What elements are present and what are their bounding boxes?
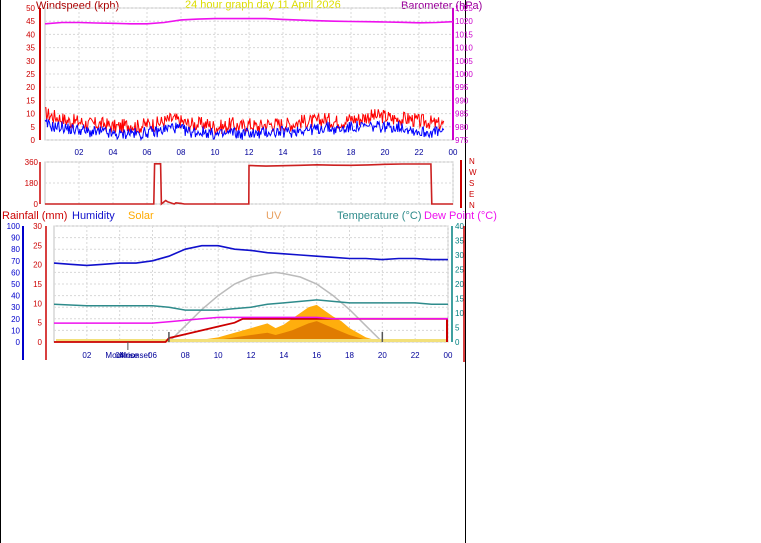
windspeed-y-tick-label: 45 — [26, 17, 35, 26]
rain-y-tick-label: 30 — [33, 222, 42, 231]
percent-y-tick-label: 100 — [7, 222, 21, 231]
compass-label: N — [469, 157, 475, 166]
windspeed-y-tick-label: 5 — [31, 123, 36, 132]
moonset-label: Moonset — [120, 351, 151, 360]
percent-y-tick-label: 90 — [11, 234, 20, 243]
percent-y-tick-label: 20 — [11, 315, 20, 324]
rain-y-tick-label: 0 — [38, 338, 43, 347]
weather-graph: Windspeed (kph) 24 hour graph day 11 Apr… — [0, 0, 497, 543]
compass-label: E — [469, 190, 474, 199]
uv-legend-label: UV — [266, 210, 282, 222]
compass-label: W — [469, 168, 477, 177]
multi-x-tick-label: 22 — [411, 351, 420, 360]
percent-y-tick-label: 70 — [11, 257, 20, 266]
compass-label: S — [469, 179, 474, 188]
barometer-y-tick-label: 1020 — [455, 17, 473, 26]
rain-y-tick-label: 15 — [33, 280, 42, 289]
barometer-y-tick-label: 1005 — [455, 57, 473, 66]
direction-y-tick-label: 180 — [25, 179, 39, 188]
wind-x-tick-label: 10 — [211, 148, 220, 157]
multi-x-tick-label: 14 — [279, 351, 288, 360]
rain-y-tick-label: 10 — [33, 299, 42, 308]
wind-x-tick-label: 14 — [279, 148, 288, 157]
wind-x-tick-label: 06 — [143, 148, 152, 157]
windspeed-y-tick-label: 10 — [26, 110, 35, 119]
dewpoint-legend-label: Dew Point (°C) — [424, 210, 497, 222]
barometer-y-tick-label: 980 — [455, 123, 469, 132]
percent-y-tick-label: 40 — [11, 292, 20, 301]
multi-x-tick-label: 10 — [214, 351, 223, 360]
wind-x-tick-label: 18 — [347, 148, 356, 157]
wind-x-tick-label: 02 — [75, 148, 84, 157]
windspeed-y-tick-label: 20 — [26, 83, 35, 92]
percent-y-tick-label: 0 — [16, 338, 21, 347]
direction-y-tick-label: 360 — [25, 158, 39, 167]
windspeed-y-tick-label: 30 — [26, 57, 35, 66]
windspeed-y-tick-label: 50 — [26, 4, 35, 13]
temperature-y-tick-label: 30 — [455, 251, 464, 260]
multi-x-tick-label: 02 — [82, 351, 91, 360]
windspeed-y-tick-label: 35 — [26, 44, 35, 53]
wind-baro-panel: Windspeed (kph) 24 hour graph day 11 Apr… — [26, 0, 482, 157]
barometer-y-tick-label: 1010 — [455, 44, 473, 53]
multi-x-tick-label: 20 — [378, 351, 387, 360]
windspeed-y-tick-label: 25 — [26, 70, 35, 79]
percent-y-tick-label: 50 — [11, 280, 20, 289]
temperature-y-tick-label: 15 — [455, 295, 464, 304]
multi-x-tick-label: 16 — [312, 351, 321, 360]
barometer-y-tick-label: 985 — [455, 110, 469, 119]
temperature-y-tick-label: 10 — [455, 309, 464, 318]
percent-y-tick-label: 30 — [11, 303, 20, 312]
multi-x-tick-label: 12 — [247, 351, 256, 360]
rain-y-tick-label: 25 — [33, 241, 42, 250]
direction-y-tick-label: 0 — [34, 200, 39, 209]
temperature-y-tick-label: 20 — [455, 280, 464, 289]
wind-direction-panel: 0180360 NWSEN — [25, 157, 477, 210]
wind-x-tick-label: 00 — [449, 148, 458, 157]
humidity-legend-label: Humidity — [72, 210, 115, 222]
windspeed-y-tick-label: 15 — [26, 96, 35, 105]
wind-x-tick-label: 12 — [245, 148, 254, 157]
wind-x-tick-label: 22 — [415, 148, 424, 157]
wind-x-tick-label: 08 — [177, 148, 186, 157]
percent-y-tick-label: 80 — [11, 245, 20, 254]
rain-y-tick-label: 5 — [38, 319, 43, 328]
percent-y-tick-label: 60 — [11, 268, 20, 277]
percent-y-tick-label: 10 — [11, 326, 20, 335]
windspeed-y-tick-label: 0 — [31, 136, 36, 145]
windspeed-y-tick-label: 40 — [26, 30, 35, 39]
rainfall-legend-label: Rainfall (mm) — [2, 210, 67, 222]
barometer-y-tick-label: 1000 — [455, 70, 473, 79]
temperature-y-tick-label: 0 — [455, 338, 460, 347]
wind-x-tick-label: 16 — [313, 148, 322, 157]
barometer-y-tick-label: 1025 — [455, 4, 473, 13]
multi-x-tick-label: 00 — [444, 351, 453, 360]
temperature-y-tick-label: 25 — [455, 266, 464, 275]
multi-sensor-panel: Rainfall (mm) Humidity Solar UV Temperat… — [2, 210, 497, 362]
barometer-y-tick-label: 975 — [455, 136, 469, 145]
wind-x-tick-label: 20 — [381, 148, 390, 157]
temperature-legend-label: Temperature (°C) — [337, 210, 421, 222]
barometer-y-tick-label: 1015 — [455, 30, 473, 39]
temperature-y-tick-label: 35 — [455, 237, 464, 246]
compass-label: N — [469, 201, 475, 210]
rain-y-tick-label: 20 — [33, 261, 42, 270]
windspeed-axis-title: Windspeed (kph) — [36, 0, 119, 12]
solar-legend-label: Solar — [128, 210, 154, 222]
temperature-y-tick-label: 5 — [455, 324, 460, 333]
barometer-y-tick-label: 990 — [455, 96, 469, 105]
temperature-y-tick-label: 40 — [455, 222, 464, 231]
multi-x-tick-label: 08 — [181, 351, 190, 360]
multi-x-tick-label: 18 — [345, 351, 354, 360]
barometer-y-tick-label: 995 — [455, 83, 469, 92]
wind-x-tick-label: 04 — [109, 148, 118, 157]
